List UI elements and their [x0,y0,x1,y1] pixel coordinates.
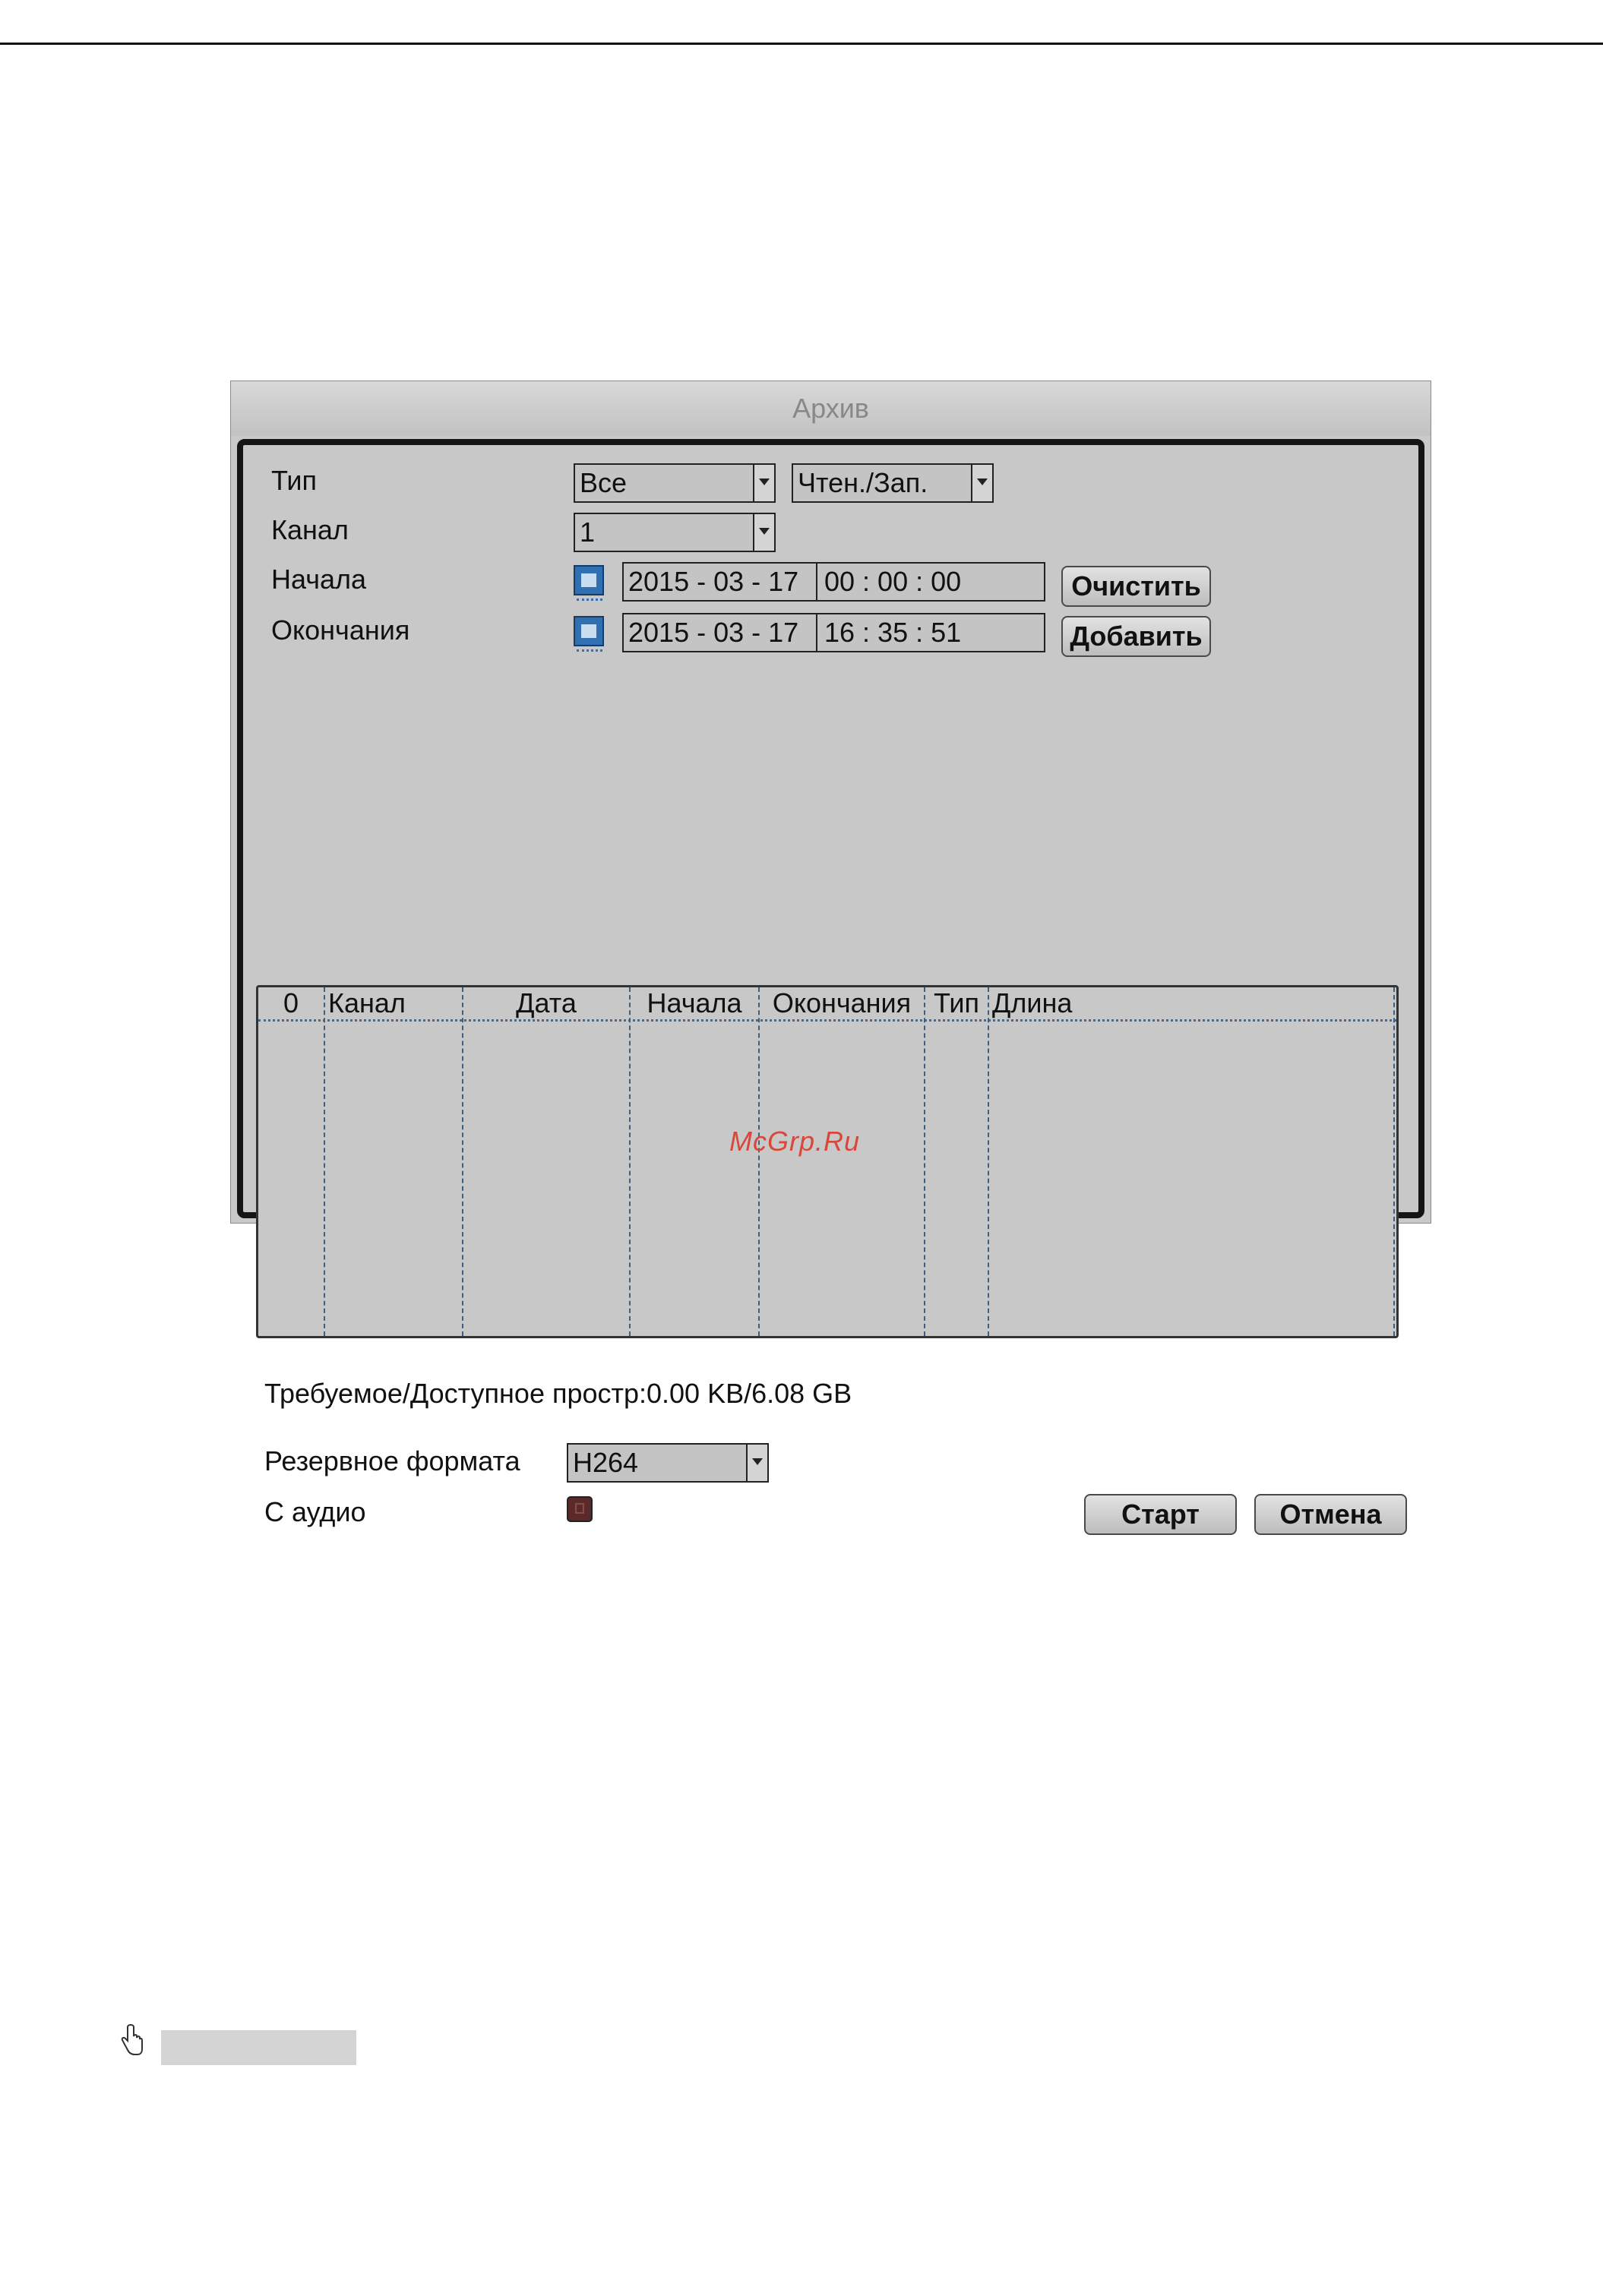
table-column-divider [988,987,989,1336]
start-button[interactable]: Старт [1084,1494,1237,1535]
start-date: 2015 - 03 - 17 [628,566,799,597]
with-audio-label: С аудио [264,1496,366,1527]
channel-label: Канал [271,514,349,545]
calendar-icon[interactable] [574,565,604,601]
hand-pointer-icon [121,2024,143,2055]
end-date: 2015 - 03 - 17 [628,617,799,648]
mode-select-value: Чтен./Зап. [798,467,928,498]
end-datetime-field[interactable]: 2015 - 03 - 17 16 : 35 : 51 [622,613,1045,652]
add-button[interactable]: Добавить [1061,616,1211,657]
cancel-button[interactable]: Отмена [1254,1494,1407,1535]
watermark: McGrp.Ru [729,1126,861,1157]
channel-select[interactable]: 1 [574,513,776,552]
table-header-date: Дата [516,987,577,1019]
dialog-title: Архив [231,381,1431,436]
calendar-icon[interactable] [574,616,604,652]
table-header-type: Тип [933,987,979,1019]
start-time: 00 : 00 : 00 [824,566,962,597]
type-select-value: Все [580,467,628,498]
page-top-rule [0,43,1603,45]
format-select[interactable]: H264 [567,1443,769,1483]
space-info: Требуемое/Доступное простр:0.00 KB/6.08 … [264,1378,852,1409]
table-header-divider [258,1019,1396,1022]
clear-button[interactable]: Очистить [1061,566,1211,607]
end-time: 16 : 35 : 51 [824,617,962,648]
table-header-channel: Канал [328,987,406,1019]
table-header-start: Начала [647,987,742,1019]
table-column-divider [629,987,631,1336]
table-header-index: 0 [283,987,299,1019]
audio-checkbox[interactable] [567,1496,593,1522]
table-header-end: Окончания [772,987,912,1019]
datetime-separator [816,614,817,651]
chevron-down-icon [753,514,774,551]
channel-select-value: 1 [580,516,596,548]
start-label: Начала [271,564,367,595]
end-label: Окончания [271,614,410,646]
datetime-separator [816,564,817,600]
archive-table[interactable]: 0 Канал Дата Начала Окончания Тип Длина [256,985,1399,1338]
caption-placeholder-bar [161,2030,356,2065]
archive-dialog: Архив Тип Все Чтен./Зап. Канал 1 Начала … [230,381,1431,1535]
table-column-divider [924,987,925,1336]
type-label: Тип [271,465,318,496]
chevron-down-icon [753,465,774,501]
chevron-down-icon [746,1445,767,1481]
table-column-divider [758,987,760,1336]
table-column-divider [462,987,463,1336]
table-column-divider [1393,987,1395,1336]
chevron-down-icon [971,465,992,501]
table-header-length: Длина [992,987,1073,1019]
format-select-value: H264 [573,1447,639,1478]
backup-format-label: Резервное формата [264,1445,520,1476]
type-select[interactable]: Все [574,463,776,503]
start-datetime-field[interactable]: 2015 - 03 - 17 00 : 00 : 00 [622,562,1045,602]
table-column-divider [324,987,325,1336]
mode-select[interactable]: Чтен./Зап. [792,463,994,503]
